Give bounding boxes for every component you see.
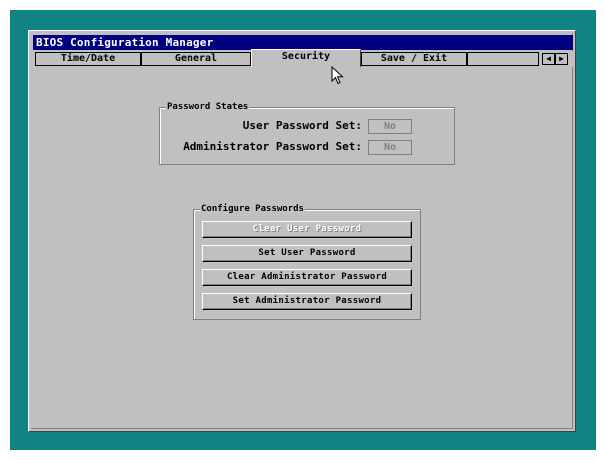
tab-scroll-left-button[interactable]: ◀ bbox=[542, 53, 555, 65]
bios-window: BIOS Configuration Manager Time/Date Gen… bbox=[28, 30, 576, 432]
set-user-password-button[interactable]: Set User Password bbox=[202, 245, 412, 262]
admin-password-value: No bbox=[368, 140, 412, 155]
clear-admin-password-button[interactable]: Clear Administrator Password bbox=[202, 269, 412, 286]
arrow-left-icon: ◀ bbox=[546, 54, 551, 63]
admin-password-label: Administrator Password Set: bbox=[183, 140, 362, 153]
tab-general[interactable]: General bbox=[141, 52, 251, 66]
tab-save-exit[interactable]: Save / Exit bbox=[361, 52, 467, 66]
window-title: BIOS Configuration Manager bbox=[33, 35, 573, 50]
configure-passwords-group: Configure Passwords Clear User Password … bbox=[193, 203, 421, 320]
password-states-group: Password States User Password Set: No Ad… bbox=[159, 101, 455, 165]
arrow-right-icon: ▶ bbox=[559, 54, 564, 63]
tab-time-date[interactable]: Time/Date bbox=[35, 52, 141, 66]
tab-security[interactable]: Security bbox=[251, 49, 361, 67]
configure-passwords-heading: Configure Passwords bbox=[200, 203, 305, 215]
clear-user-password-button[interactable]: Clear User Password bbox=[202, 221, 412, 238]
user-password-value: No bbox=[368, 119, 412, 134]
user-password-label: User Password Set: bbox=[242, 119, 362, 132]
set-admin-password-button[interactable]: Set Administrator Password bbox=[202, 293, 412, 310]
password-states-heading: Password States bbox=[166, 101, 250, 113]
tab-bar: Time/Date General Security Save / Exit ◀… bbox=[33, 49, 573, 67]
tab-scroll-right-button[interactable]: ▶ bbox=[555, 53, 568, 65]
tab-bar-empty bbox=[467, 52, 539, 66]
mouse-pointer-icon bbox=[331, 66, 344, 85]
